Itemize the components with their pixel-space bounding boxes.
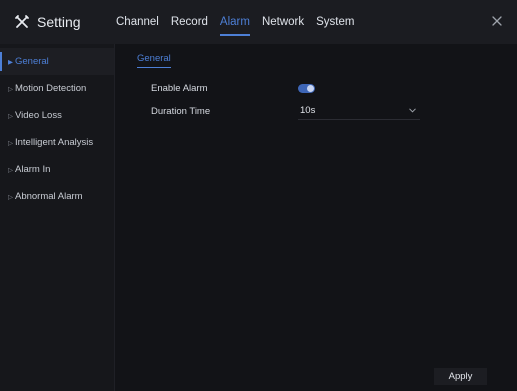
main-tabs: Channel Record Alarm Network System [116,0,366,44]
sidebar-item-label: Video Loss [15,110,62,121]
tab-system[interactable]: System [316,0,354,44]
sidebar-item-label: Alarm In [15,164,51,175]
sidebar-item-intelligent-analysis[interactable]: ▷ Intelligent Analysis [0,129,114,156]
toggle-knob [307,85,314,92]
tab-network[interactable]: Network [262,0,304,44]
top-bar: Setting Channel Record Alarm Network Sys… [0,0,517,44]
enable-alarm-label: Enable Alarm [151,83,208,94]
duration-time-value: 10s [300,105,316,116]
settings-tools-icon [15,15,29,28]
page-title: Setting [37,14,81,30]
triangle-right-icon: ▷ [8,113,13,120]
enable-alarm-toggle[interactable] [298,84,315,93]
duration-time-row: Duration Time [151,106,291,117]
duration-time-select[interactable]: 10s [298,105,420,120]
sidebar-item-label: Intelligent Analysis [15,137,94,148]
chevron-down-icon [409,108,416,113]
duration-time-label: Duration Time [151,106,211,117]
app-title: Setting [14,0,116,44]
triangle-right-icon: ▷ [8,167,13,174]
triangle-right-icon: ▷ [8,86,13,93]
apply-button[interactable]: Apply [434,368,487,385]
sidebar-item-label: General [15,56,49,67]
tab-record[interactable]: Record [171,0,208,44]
triangle-right-icon: ▷ [8,194,13,201]
sidebar-item-label: Motion Detection [15,83,87,94]
subtab-general[interactable]: General [137,53,171,68]
triangle-right-icon: ▶ [8,59,13,66]
tab-channel[interactable]: Channel [116,0,159,44]
triangle-right-icon: ▷ [8,140,13,147]
tab-alarm[interactable]: Alarm [219,0,250,44]
sidebar-item-alarm-in[interactable]: ▷ Alarm In [0,156,114,183]
settings-window: Setting Channel Record Alarm Network Sys… [0,0,517,391]
enable-alarm-row: Enable Alarm [151,83,291,94]
sidebar-item-abnormal-alarm[interactable]: ▷ Abnormal Alarm [0,183,114,210]
close-icon[interactable] [489,13,505,29]
sidebar-item-motion-detection[interactable]: ▷ Motion Detection [0,75,114,102]
content-panel: General Enable Alarm Duration Time 10s [115,44,517,391]
sidebar-item-video-loss[interactable]: ▷ Video Loss [0,102,114,129]
sidebar-item-label: Abnormal Alarm [15,191,83,202]
sidebar: ▶ General ▷ Motion Detection ▷ Video Loss ▷… [0,44,115,391]
sidebar-item-general[interactable]: ▶ General [0,48,114,75]
